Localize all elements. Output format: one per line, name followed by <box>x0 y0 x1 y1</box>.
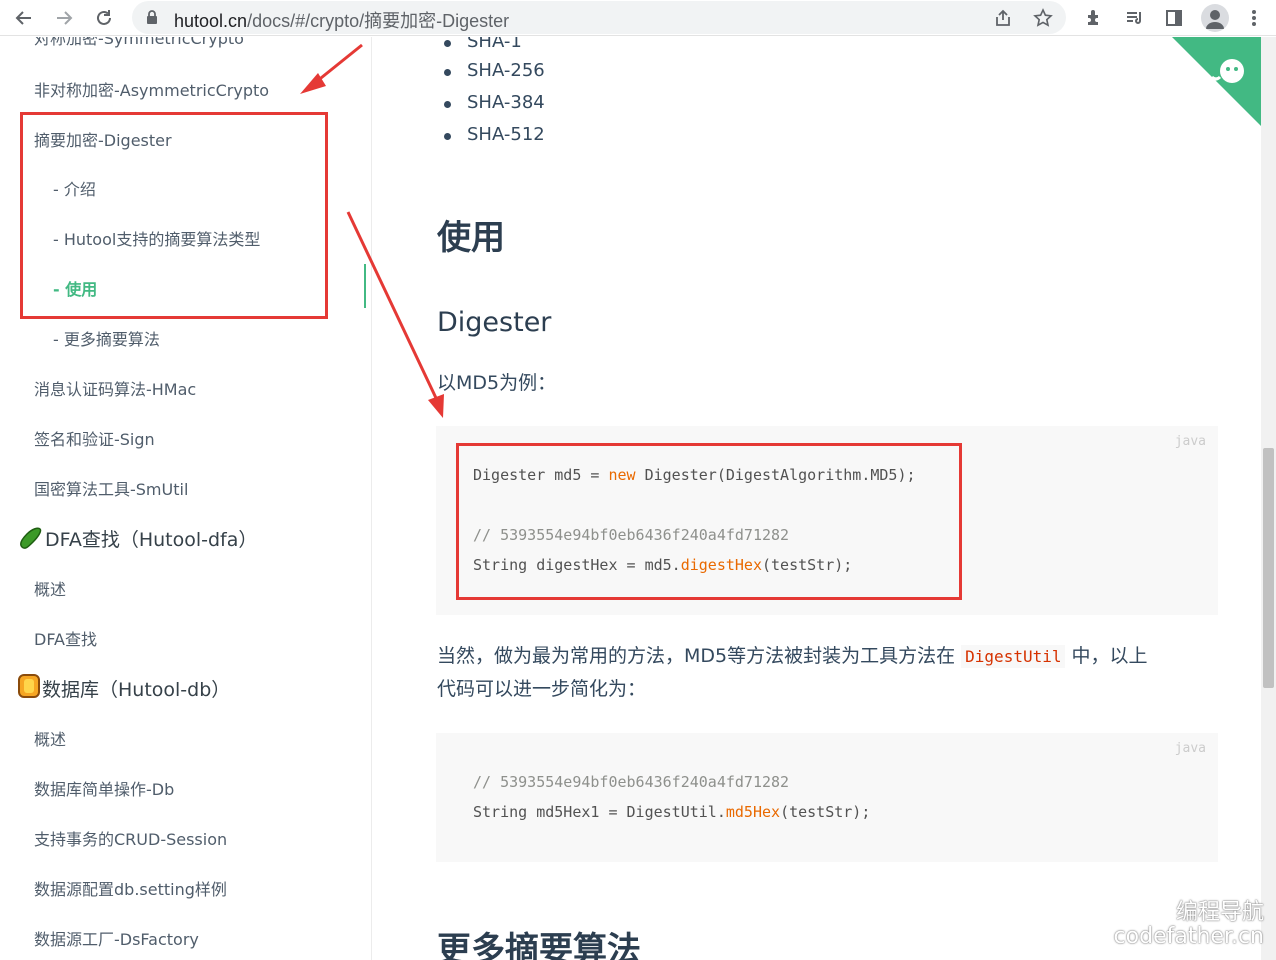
code-block-digestutil: java // 5393554e94bf0eb6436f240a4fd71282… <box>436 733 1218 862</box>
paragraph-text: 当然，做为最为常用的方法，MD5等方法被封装为工具方法在 <box>437 645 962 667</box>
watermark-title: 编程导航 <box>1175 900 1264 925</box>
sidebar-item-db-overview[interactable]: 概述 <box>34 726 66 750</box>
sidebar-item-db-setting[interactable]: 数据源配置db.setting样例 <box>34 876 227 900</box>
reload-button[interactable] <box>90 4 118 32</box>
database-icon <box>18 674 40 698</box>
annotation-box-sidebar <box>20 112 328 319</box>
code-line: String md5Hex1 = DigestUtil.md5Hex(testS… <box>473 803 870 821</box>
paragraph-digestutil: 当然，做为最为常用的方法，MD5等方法被封装为工具方法在 DigestUtil … <box>437 640 1148 706</box>
list-item: SHA-512 <box>444 124 545 145</box>
sidebar-item-hmac[interactable]: 消息认证码算法-HMac <box>34 376 196 400</box>
sidebar-item-db-simple[interactable]: 数据库简单操作-Db <box>34 776 174 800</box>
inline-code: DigestUtil <box>961 645 1066 668</box>
sidebar-item-dsfactory[interactable]: 数据源工厂-DsFactory <box>34 926 199 950</box>
reading-list-icon[interactable] <box>1121 5 1147 31</box>
watermark-domain: codefather.cn <box>1113 924 1264 949</box>
code-language-label: java <box>1174 434 1206 449</box>
reload-icon <box>97 10 111 25</box>
sidebar-item-smutil[interactable]: 国密算法工具-SmUtil <box>34 476 188 500</box>
more-menu-icon[interactable] <box>1241 5 1267 31</box>
list-item: SHA-256 <box>444 60 545 81</box>
paragraph-text: 代码可以进一步简化为： <box>437 678 647 700</box>
annotation-box-code <box>456 443 962 600</box>
profile-avatar[interactable] <box>1201 4 1229 32</box>
page-scrollbar-thumb[interactable] <box>1263 448 1274 688</box>
arrow-right-icon <box>57 11 73 25</box>
intro-text: 以MD5为例： <box>437 372 557 394</box>
star-icon[interactable] <box>1032 7 1054 29</box>
address-bar[interactable]: hutool.cn/docs/#/crypto/摘要加密-Digester <box>132 1 1066 34</box>
cucumber-icon <box>20 527 42 549</box>
sidebar-section-db[interactable]: 数据库（Hutool-db） <box>42 675 230 702</box>
list-item: SHA-1 <box>444 37 522 52</box>
url-host: hutool.cn <box>174 11 248 31</box>
sidebar-item-dfa-overview[interactable]: 概述 <box>34 576 66 600</box>
list-item: SHA-384 <box>444 92 545 113</box>
code-language-label: java <box>1174 741 1206 756</box>
code-text: String md5Hex1 = DigestUtil. <box>473 803 726 821</box>
url-text: hutool.cn/docs/#/crypto/摘要加密-Digester <box>174 7 509 33</box>
sidebar-section-dfa[interactable]: DFA查找（Hutool-dfa） <box>45 525 257 552</box>
share-icon[interactable] <box>992 7 1014 29</box>
heading-more-algorithms: 更多摘要算法 <box>437 930 641 960</box>
heading-digester: Digester <box>437 307 552 338</box>
sidebar-item-sign[interactable]: 签名和验证-Sign <box>34 426 155 450</box>
code-text: (testStr); <box>780 803 871 821</box>
github-corner-icon[interactable] <box>1172 37 1262 127</box>
sidebar-item-dfa-find[interactable]: DFA查找 <box>34 626 97 650</box>
browser-toolbar: hutool.cn/docs/#/crypto/摘要加密-Digester <box>0 0 1276 36</box>
sidebar-item-crud-session[interactable]: 支持事务的CRUD-Session <box>34 826 227 850</box>
paragraph-text: 中，以上 <box>1065 645 1148 667</box>
sidebar-active-indicator <box>364 264 366 308</box>
arrow-left-icon <box>15 11 31 25</box>
back-button[interactable] <box>10 4 38 32</box>
person-icon <box>1206 10 1224 29</box>
code-function: md5Hex <box>725 803 781 821</box>
forward-button[interactable] <box>50 4 78 32</box>
lock-icon <box>147 10 157 24</box>
url-path: /docs/#/crypto/摘要加密-Digester <box>247 11 510 31</box>
sidebar-item-asymmetric[interactable]: 非对称加密-AsymmetricCrypto <box>34 77 269 101</box>
heading-usage: 使用 <box>437 218 505 258</box>
side-panel-icon[interactable] <box>1161 5 1187 31</box>
code-comment: // 5393554e94bf0eb6436f240a4fd71282 <box>473 773 790 791</box>
sidebar-item-more-algorithms[interactable]: - 更多摘要算法 <box>53 326 160 350</box>
extensions-icon[interactable] <box>1081 5 1107 31</box>
sidebar-item-cut[interactable]: 对称加密-SymmetricCrypto <box>34 37 244 49</box>
